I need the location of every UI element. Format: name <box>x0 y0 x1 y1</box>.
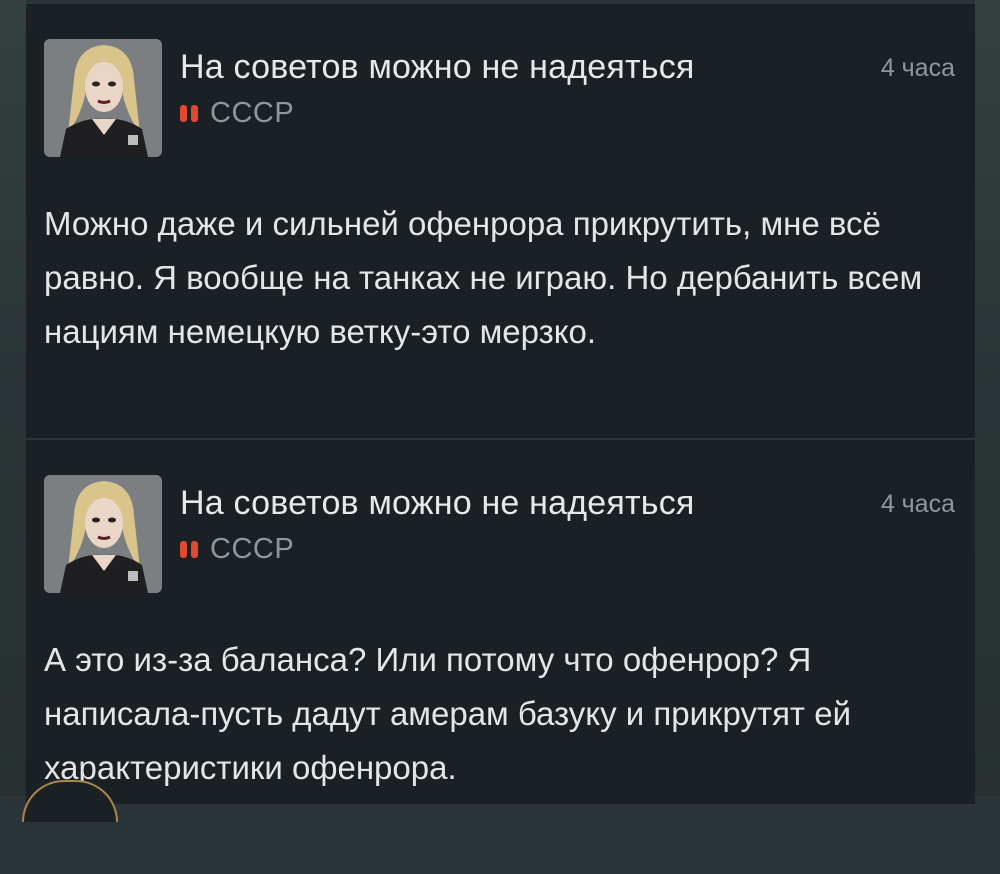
user-avatar-icon[interactable] <box>44 475 162 593</box>
user-avatar-icon[interactable] <box>44 39 162 157</box>
background-left-edge <box>0 0 26 796</box>
comment-text: Можно даже и сильней офенрора прикрутить… <box>44 205 923 350</box>
comment-timestamp: 4 часа <box>880 54 955 82</box>
background-right-edge <box>975 0 1000 796</box>
comment-item: На советов можно не надеяться 4 часа ССС… <box>26 438 975 874</box>
username-link[interactable]: На советов можно не надеяться <box>180 48 695 87</box>
flag-icon <box>180 104 198 122</box>
username-link[interactable]: На советов можно не надеяться <box>180 484 695 523</box>
comment-timestamp: 4 часа <box>880 490 955 518</box>
comment-feed: На советов можно не надеяться 4 часа ССС… <box>26 4 975 804</box>
country-label: СССР <box>210 532 295 565</box>
flag-icon <box>180 540 198 558</box>
comment-item: На советов можно не надеяться 4 часа ССС… <box>26 4 975 438</box>
user-country: СССР <box>180 532 294 566</box>
country-label: СССР <box>210 96 295 129</box>
comment-text: А это из-за баланса? Или потому что офен… <box>44 641 852 786</box>
user-country: СССР <box>180 96 294 130</box>
